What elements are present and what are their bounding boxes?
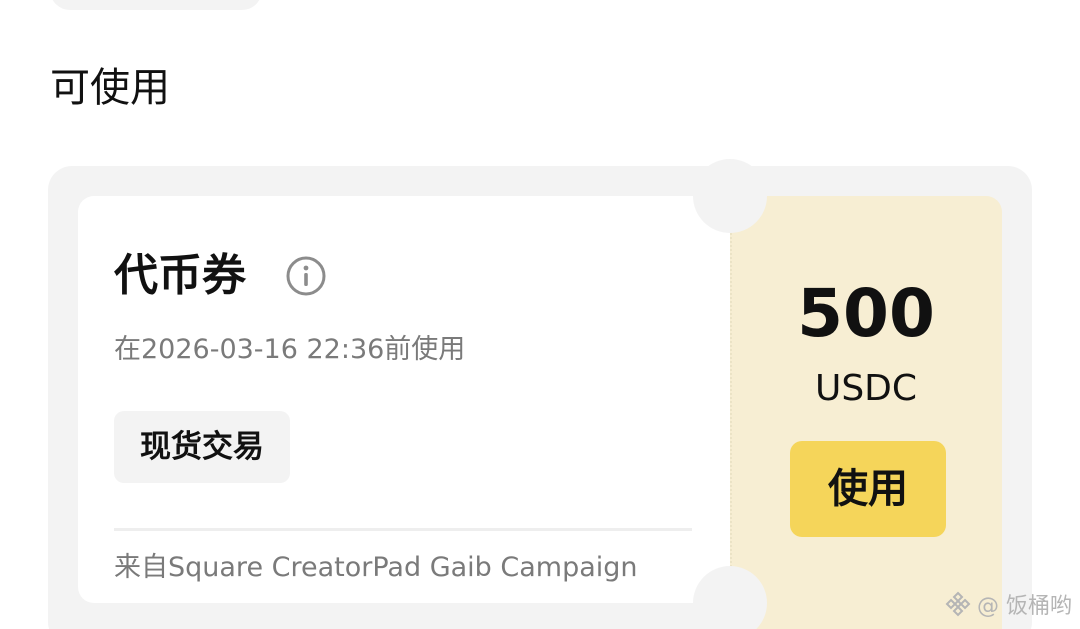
coupon-card[interactable]: 代币券 在2026-03-16 22:36前使用 现货交易 来自Square C…: [48, 159, 1032, 629]
ticket-notch-top: [693, 159, 767, 233]
coupon-scope-tag: 现货交易: [114, 411, 290, 483]
watermark: @ 饭桶哟: [945, 588, 1072, 620]
binance-logo-icon: [945, 591, 971, 617]
coupon-name: 代币券: [114, 250, 246, 301]
section-title: 可使用: [50, 65, 170, 111]
info-circle-icon[interactable]: [286, 256, 326, 296]
watermark-text: @ 饭桶哟: [977, 594, 1072, 619]
coupon-source: 来自Square CreatorPad Gaib Campaign: [114, 552, 638, 583]
coupon-currency: USDC: [814, 368, 918, 409]
coupon-value-panel: 500 USDC 使用: [730, 196, 1002, 629]
coupon-details: 代币券 在2026-03-16 22:36前使用 现货交易 来自Square C…: [78, 196, 730, 603]
divider: [114, 528, 692, 531]
coupon-expiry: 在2026-03-16 22:36前使用: [114, 334, 466, 365]
page: 可使用 代币券 在2026-03-16 22:36前使用 现货交易 来自Squa…: [0, 0, 1080, 629]
previous-card-edge: [50, 0, 262, 10]
use-button[interactable]: 使用: [790, 441, 946, 537]
perforation-line: [730, 196, 732, 603]
coupon-amount: 500: [797, 275, 935, 352]
